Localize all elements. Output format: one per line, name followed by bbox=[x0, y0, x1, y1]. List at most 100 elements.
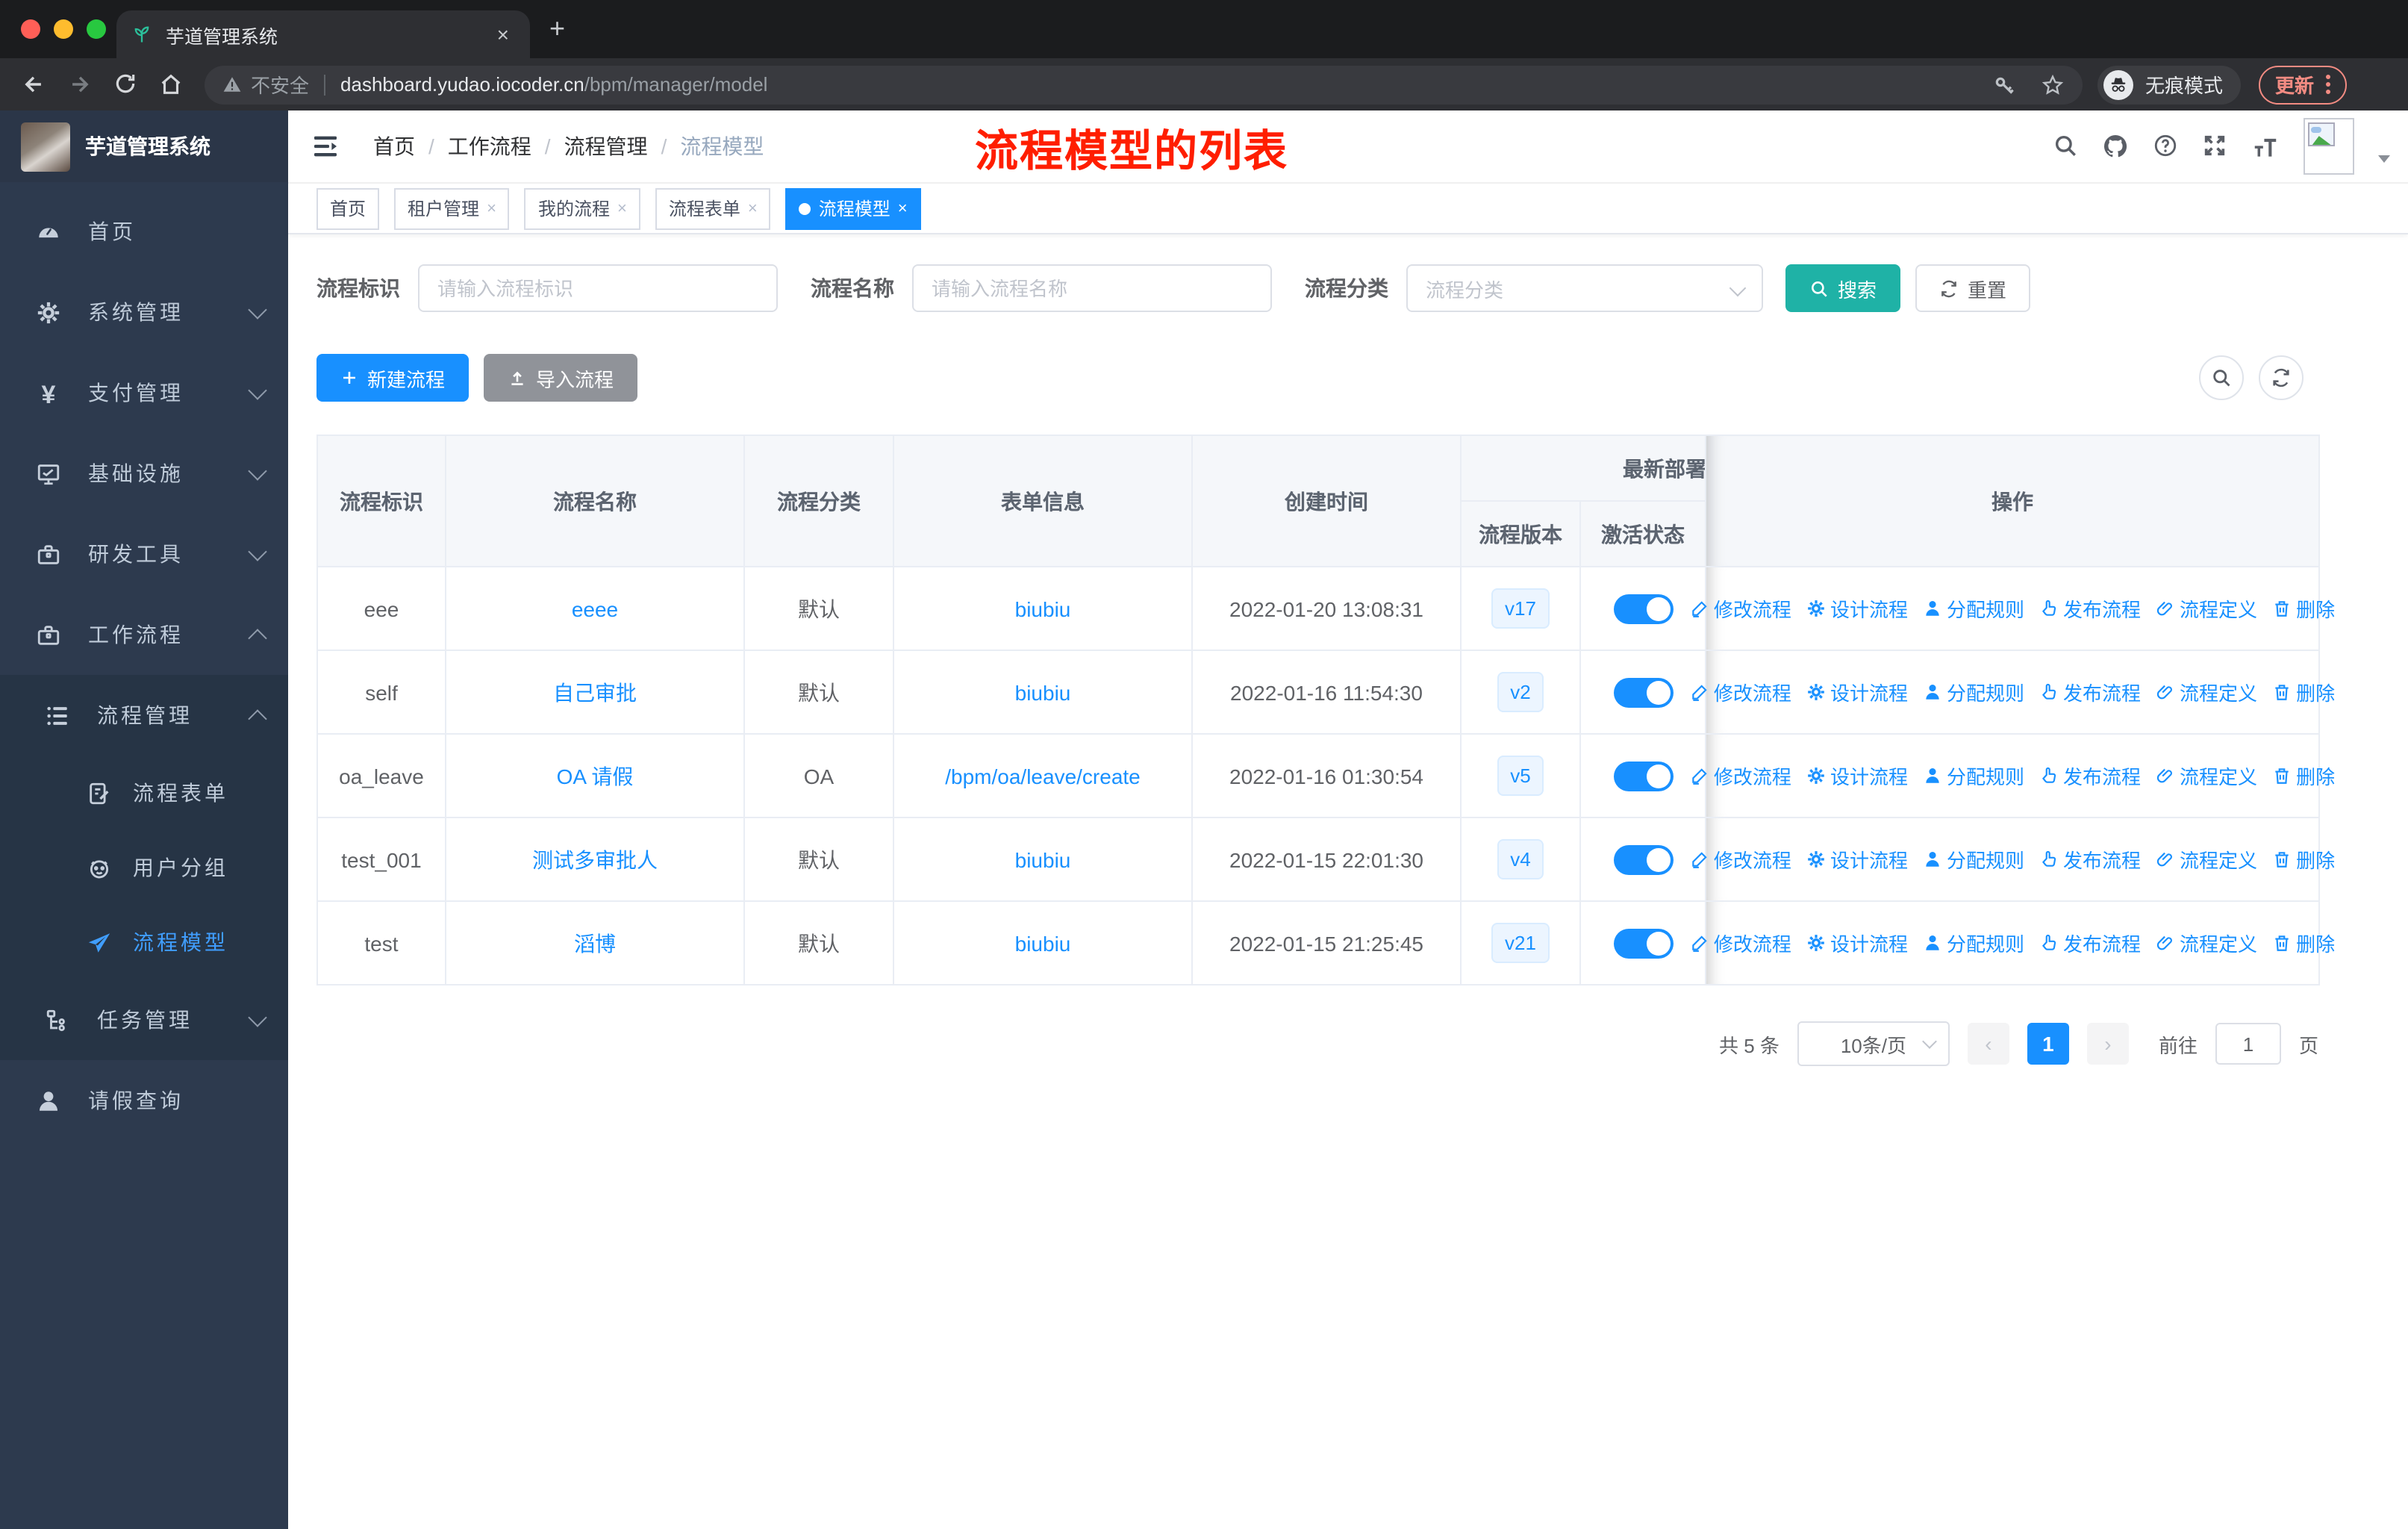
delete-link[interactable]: 删除 bbox=[2272, 762, 2335, 790]
active-toggle[interactable] bbox=[1613, 928, 1673, 958]
sidebar-item-system[interactable]: 系统管理 bbox=[0, 272, 288, 352]
delete-link[interactable]: 删除 bbox=[2272, 594, 2335, 623]
publish-process-link[interactable]: 发布流程 bbox=[2039, 594, 2141, 623]
model-name-link[interactable]: eeee bbox=[572, 597, 618, 620]
version-badge[interactable]: v2 bbox=[1497, 672, 1544, 712]
form-link[interactable]: biubiu bbox=[1015, 847, 1071, 871]
tag-my-process[interactable]: 我的流程 × bbox=[524, 187, 640, 229]
user-avatar[interactable] bbox=[2303, 118, 2354, 175]
tag-close-icon[interactable]: × bbox=[617, 199, 627, 217]
publish-process-link[interactable]: 发布流程 bbox=[2039, 929, 2141, 957]
forward-icon[interactable] bbox=[67, 71, 93, 98]
sidebar-item-process-model[interactable]: 流程模型 bbox=[0, 905, 288, 980]
next-page-button[interactable]: › bbox=[2086, 1023, 2129, 1065]
design-process-link[interactable]: 设计流程 bbox=[1806, 678, 1908, 706]
font-size-icon[interactable] bbox=[2251, 132, 2280, 161]
tag-process-model[interactable]: 流程模型 × bbox=[785, 187, 921, 229]
process-id-input[interactable] bbox=[418, 264, 778, 312]
form-link[interactable]: biubiu bbox=[1015, 597, 1071, 620]
design-process-link[interactable]: 设计流程 bbox=[1806, 594, 1908, 623]
tag-close-icon[interactable]: × bbox=[898, 199, 908, 217]
sidebar-item-leave-query[interactable]: 请假查询 bbox=[0, 1060, 288, 1141]
sidebar-item-infrastructure[interactable]: 基础设施 bbox=[0, 433, 288, 514]
assign-rule-link[interactable]: 分配规则 bbox=[1923, 762, 2024, 790]
sidebar-item-task-management[interactable]: 任务管理 bbox=[0, 980, 288, 1060]
refresh-table-button[interactable] bbox=[2259, 355, 2303, 400]
import-process-button[interactable]: 导入流程 bbox=[484, 354, 638, 402]
publish-process-link[interactable]: 发布流程 bbox=[2039, 762, 2141, 790]
assign-rule-link[interactable]: 分配规则 bbox=[1923, 845, 2024, 874]
tag-process-form[interactable]: 流程表单 × bbox=[655, 187, 771, 229]
breadcrumb-workflow[interactable]: 工作流程 bbox=[448, 131, 531, 161]
tab-close-icon[interactable]: × bbox=[491, 22, 515, 46]
window-minimize-button[interactable] bbox=[54, 19, 73, 39]
page-size-select[interactable]: 10条/页 bbox=[1797, 1021, 1950, 1066]
sidebar-item-workflow[interactable]: 工作流程 bbox=[0, 594, 288, 675]
sidebar-collapse-icon[interactable] bbox=[311, 131, 340, 161]
help-icon[interactable] bbox=[2153, 133, 2178, 160]
window-zoom-button[interactable] bbox=[87, 19, 106, 39]
active-toggle[interactable] bbox=[1613, 844, 1673, 874]
create-process-button[interactable]: 新建流程 bbox=[316, 354, 470, 402]
version-badge[interactable]: v17 bbox=[1491, 588, 1550, 629]
edit-process-link[interactable]: 修改流程 bbox=[1690, 845, 1791, 874]
process-category-select[interactable]: 流程分类 bbox=[1406, 264, 1763, 312]
assign-rule-link[interactable]: 分配规则 bbox=[1923, 594, 2024, 623]
sidebar-item-devtools[interactable]: 研发工具 bbox=[0, 514, 288, 594]
assign-rule-link[interactable]: 分配规则 bbox=[1923, 929, 2024, 957]
header-search-icon[interactable] bbox=[2053, 133, 2078, 160]
tag-close-icon[interactable]: × bbox=[487, 199, 496, 217]
window-close-button[interactable] bbox=[21, 19, 40, 39]
design-process-link[interactable]: 设计流程 bbox=[1806, 929, 1908, 957]
edit-process-link[interactable]: 修改流程 bbox=[1690, 762, 1791, 790]
form-link[interactable]: biubiu bbox=[1015, 931, 1071, 955]
version-badge[interactable]: v5 bbox=[1497, 756, 1544, 796]
design-process-link[interactable]: 设计流程 bbox=[1806, 845, 1908, 874]
home-icon[interactable] bbox=[158, 71, 184, 98]
show-search-button[interactable] bbox=[2199, 355, 2244, 400]
reset-button[interactable]: 重置 bbox=[1915, 264, 2031, 312]
active-toggle[interactable] bbox=[1613, 761, 1673, 791]
new-tab-button[interactable]: + bbox=[549, 15, 565, 42]
design-process-link[interactable]: 设计流程 bbox=[1806, 762, 1908, 790]
update-button[interactable]: 更新 bbox=[2259, 65, 2348, 104]
breadcrumb-process-management[interactable]: 流程管理 bbox=[564, 131, 648, 161]
tag-home[interactable]: 首页 bbox=[316, 187, 380, 229]
edit-process-link[interactable]: 修改流程 bbox=[1690, 594, 1791, 623]
version-badge[interactable]: v4 bbox=[1497, 839, 1544, 879]
reload-icon[interactable] bbox=[113, 71, 137, 98]
edit-process-link[interactable]: 修改流程 bbox=[1690, 929, 1791, 957]
model-name-link[interactable]: 自己审批 bbox=[553, 677, 637, 707]
model-name-link[interactable]: OA 请假 bbox=[557, 761, 634, 791]
form-link[interactable]: biubiu bbox=[1015, 680, 1071, 704]
goto-page-input[interactable] bbox=[2215, 1023, 2281, 1065]
version-badge[interactable]: v21 bbox=[1491, 923, 1550, 963]
model-name-link[interactable]: 滔博 bbox=[574, 928, 616, 958]
sidebar-item-process-form[interactable]: 流程表单 bbox=[0, 756, 288, 830]
search-button[interactable]: 搜索 bbox=[1785, 264, 1901, 312]
password-key-icon[interactable] bbox=[1993, 72, 2017, 96]
tag-close-icon[interactable]: × bbox=[748, 199, 758, 217]
delete-link[interactable]: 删除 bbox=[2272, 678, 2335, 706]
back-icon[interactable] bbox=[21, 71, 46, 98]
form-link[interactable]: /bpm/oa/leave/create bbox=[945, 764, 1141, 788]
browser-menu-icon[interactable] bbox=[2326, 72, 2331, 97]
process-name-input[interactable] bbox=[912, 264, 1272, 312]
active-toggle[interactable] bbox=[1613, 677, 1673, 707]
avatar-caret-icon[interactable] bbox=[2378, 155, 2390, 162]
address-bar[interactable]: 不安全 dashboard.yudao.iocoder.cn/bpm/manag… bbox=[205, 65, 2083, 104]
fullscreen-icon[interactable] bbox=[2202, 133, 2227, 160]
browser-tab[interactable]: 芋道管理系统 × bbox=[116, 10, 530, 58]
prev-page-button[interactable]: ‹ bbox=[1967, 1023, 2009, 1065]
process-definition-link[interactable]: 流程定义 bbox=[2156, 762, 2257, 790]
github-icon[interactable] bbox=[2102, 133, 2129, 160]
delete-link[interactable]: 删除 bbox=[2272, 845, 2335, 874]
assign-rule-link[interactable]: 分配规则 bbox=[1923, 678, 2024, 706]
sidebar-item-home[interactable]: 首页 bbox=[0, 191, 288, 272]
page-number-button[interactable]: 1 bbox=[2027, 1023, 2069, 1065]
sidebar-item-process-management[interactable]: 流程管理 bbox=[0, 675, 288, 756]
publish-process-link[interactable]: 发布流程 bbox=[2039, 678, 2141, 706]
tag-tenant[interactable]: 租户管理 × bbox=[394, 187, 510, 229]
model-name-link[interactable]: 测试多审批人 bbox=[532, 844, 658, 874]
process-definition-link[interactable]: 流程定义 bbox=[2156, 678, 2257, 706]
